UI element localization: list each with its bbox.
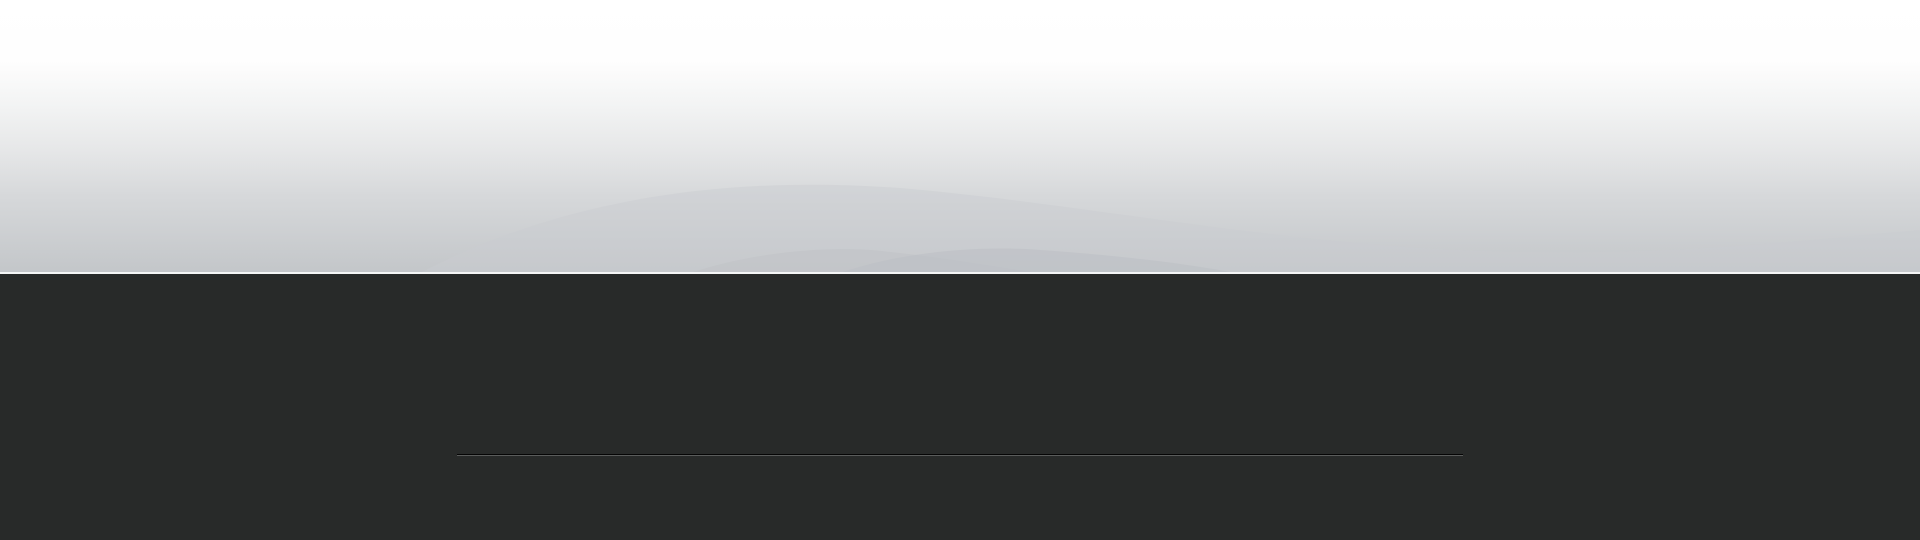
hero-bottom-edge (0, 272, 1920, 274)
hero-background (0, 0, 1920, 273)
horizontal-divider (457, 454, 1463, 456)
decorative-waves (420, 184, 1920, 273)
wave-shape-large (420, 184, 1920, 273)
